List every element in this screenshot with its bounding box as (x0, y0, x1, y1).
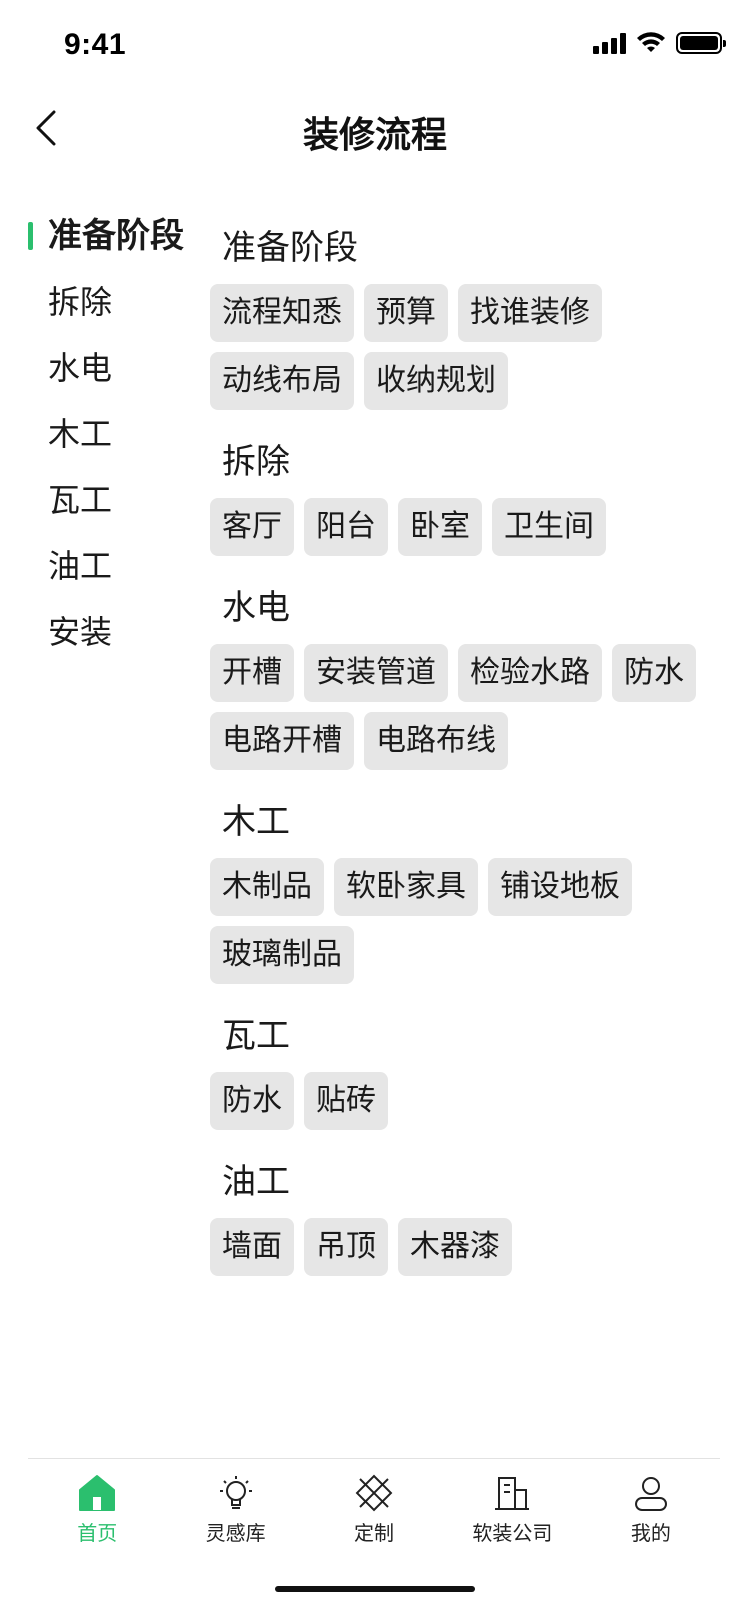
tab-label: 定制 (354, 1521, 395, 1545)
tab-label: 软装公司 (472, 1521, 553, 1545)
stage-item-plumbing-electric[interactable]: 水电 (0, 342, 200, 408)
status-bar: 9:41 (0, 0, 750, 96)
tag-item[interactable]: 预算 (364, 284, 448, 342)
tag-item[interactable]: 客厅 (210, 498, 294, 556)
tag-item[interactable]: 墙面 (210, 1218, 294, 1276)
tag-group: 流程知悉 预算 找谁装修 动线布局 收纳规划 (210, 284, 730, 410)
battery-icon (676, 32, 726, 54)
stage-item-carpentry[interactable]: 木工 (0, 408, 200, 474)
stage-item-installation[interactable]: 安装 (0, 606, 200, 672)
stage-item-tiling[interactable]: 瓦工 (0, 474, 200, 540)
tag-item[interactable]: 防水 (210, 1072, 294, 1130)
section-prepare: 准备阶段 流程知悉 预算 找谁装修 动线布局 收纳规划 (210, 222, 730, 410)
tag-item[interactable]: 卧室 (398, 498, 482, 556)
tab-label: 首页 (77, 1521, 118, 1545)
section-title: 木工 (222, 802, 290, 842)
tag-item[interactable]: 开槽 (210, 644, 294, 702)
page-title: 装修流程 (302, 115, 447, 156)
section-demolition: 拆除 客厅 阳台 卧室 卫生间 (210, 436, 730, 556)
stage-item-demolition[interactable]: 拆除 (0, 276, 200, 342)
tag-group: 开槽 安装管道 检验水路 防水 电路开槽 电路布线 (210, 644, 730, 770)
user-icon (634, 1477, 667, 1511)
tag-item[interactable]: 电路布线 (364, 712, 508, 770)
status-icons (593, 32, 726, 54)
tab-soft-decoration[interactable]: 软装公司 (443, 1459, 581, 1554)
tag-item[interactable]: 防水 (612, 644, 696, 702)
tab-home[interactable]: 首页 (28, 1459, 166, 1554)
stage-item-painting[interactable]: 油工 (0, 540, 200, 606)
tag-group: 客厅 阳台 卧室 卫生间 (210, 498, 730, 556)
section-title: 瓦工 (222, 1016, 290, 1056)
tag-item[interactable]: 贴砖 (304, 1072, 388, 1130)
tag-item[interactable]: 卫生间 (492, 498, 606, 556)
stage-menu: 准备阶段 拆除 水电 木工 瓦工 油工 安装 (0, 210, 200, 672)
status-time: 9:41 (64, 28, 127, 61)
wifi-icon (637, 32, 665, 52)
building-icon (495, 1477, 530, 1510)
tab-custom[interactable]: 定制 (305, 1459, 443, 1554)
tab-bar: 首页 灵感库 定制 软装公司 我的 (28, 1458, 720, 1554)
custom-icon (355, 1474, 393, 1512)
tag-item[interactable]: 木器漆 (398, 1218, 512, 1276)
tag-item[interactable]: 木制品 (210, 858, 324, 916)
tab-label: 灵感库 (205, 1521, 266, 1545)
tag-item[interactable]: 找谁装修 (458, 284, 602, 342)
tag-item[interactable]: 安装管道 (304, 644, 448, 702)
tag-group: 防水 贴砖 (210, 1072, 730, 1130)
home-icon (79, 1475, 116, 1511)
stage-content: 准备阶段 流程知悉 预算 找谁装修 动线布局 收纳规划 拆除 客厅 阳台 卧室 … (210, 222, 730, 1302)
section-carpentry: 木工 木制品 软卧家具 铺设地板 玻璃制品 (210, 796, 730, 984)
tab-mine[interactable]: 我的 (582, 1459, 720, 1554)
section-title: 油工 (222, 1162, 290, 1202)
tag-item[interactable]: 吊顶 (304, 1218, 388, 1276)
tag-item[interactable]: 动线布局 (210, 352, 354, 410)
tag-group: 墙面 吊顶 木器漆 (210, 1218, 730, 1276)
section-title: 准备阶段 (222, 228, 358, 268)
tab-inspiration[interactable]: 灵感库 (166, 1459, 304, 1554)
signal-icon (593, 32, 626, 54)
home-indicator (275, 1586, 475, 1592)
tag-item[interactable]: 收纳规划 (364, 352, 508, 410)
tag-item[interactable]: 软卧家具 (334, 858, 478, 916)
section-painting: 油工 墙面 吊顶 木器漆 (210, 1156, 730, 1276)
tag-item[interactable]: 阳台 (304, 498, 388, 556)
section-tiling: 瓦工 防水 贴砖 (210, 1010, 730, 1130)
tag-item[interactable]: 铺设地板 (488, 858, 632, 916)
tag-item[interactable]: 玻璃制品 (210, 926, 354, 984)
nav-bar: 装修流程 (0, 96, 750, 168)
section-title: 拆除 (222, 442, 290, 482)
tag-item[interactable]: 电路开槽 (210, 712, 354, 770)
tag-item[interactable]: 流程知悉 (210, 284, 354, 342)
lightbulb-icon (219, 1476, 252, 1509)
tag-group: 木制品 软卧家具 铺设地板 玻璃制品 (210, 858, 730, 984)
section-plumbing-electric: 水电 开槽 安装管道 检验水路 防水 电路开槽 电路布线 (210, 582, 730, 770)
stage-item-prepare[interactable]: 准备阶段 (0, 210, 200, 276)
tab-label: 我的 (630, 1521, 671, 1545)
tag-item[interactable]: 检验水路 (458, 644, 602, 702)
section-title: 水电 (222, 588, 290, 628)
